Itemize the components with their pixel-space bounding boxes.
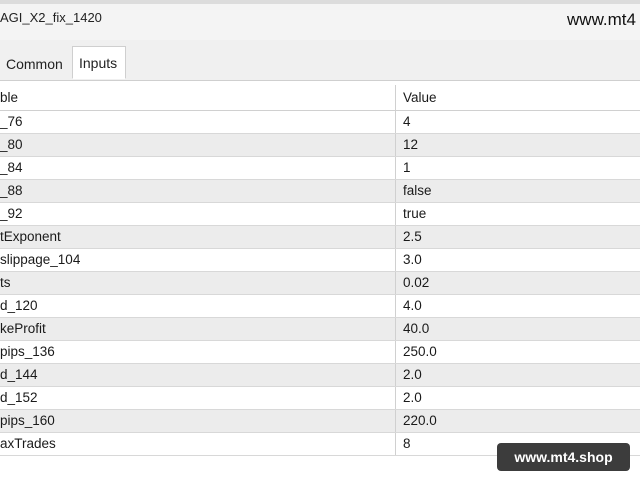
variable-cell: d_120 xyxy=(0,295,396,317)
variable-cell: _92 xyxy=(0,203,396,225)
variable-cell: _80 xyxy=(0,134,396,156)
value-cell[interactable]: 1 xyxy=(403,157,411,179)
value-cell[interactable]: 4 xyxy=(403,111,411,133)
titlebar-top-edge xyxy=(0,0,640,4)
table-row[interactable]: _92 true xyxy=(0,203,640,226)
value-cell[interactable]: 3.0 xyxy=(403,249,422,271)
variable-cell: ts xyxy=(0,272,396,294)
table-row[interactable]: _76 4 xyxy=(0,111,640,134)
value-cell[interactable]: 2.0 xyxy=(403,387,422,409)
value-cell[interactable]: 0.02 xyxy=(403,272,429,294)
value-cell[interactable]: 2.5 xyxy=(403,226,422,248)
variable-cell: _76 xyxy=(0,111,396,133)
value-cell[interactable]: 4.0 xyxy=(403,295,422,317)
table-row[interactable]: ts 0.02 xyxy=(0,272,640,295)
variable-cell: _88 xyxy=(0,180,396,202)
table-row[interactable]: pips_160 220.0 xyxy=(0,410,640,433)
column-header-value[interactable]: Value xyxy=(403,85,437,110)
variable-cell: axTrades xyxy=(0,433,396,455)
table-row[interactable]: keProfit 40.0 xyxy=(0,318,640,341)
value-cell[interactable]: 12 xyxy=(403,134,418,156)
variable-cell: slippage_104 xyxy=(0,249,396,271)
window-titlebar: AGI_X2_fix_1420 www.mt4 xyxy=(0,0,640,40)
variable-cell: tExponent xyxy=(0,226,396,248)
tab-bar: Common Inputs xyxy=(0,40,640,81)
table-header: ble Value xyxy=(0,85,640,111)
window-title: AGI_X2_fix_1420 xyxy=(0,10,102,25)
variable-cell: pips_136 xyxy=(0,341,396,363)
variable-cell: pips_160 xyxy=(0,410,396,432)
tab-inputs[interactable]: Inputs xyxy=(72,46,126,79)
column-header-variable[interactable]: ble xyxy=(0,85,396,110)
variable-cell: d_144 xyxy=(0,364,396,386)
table-row[interactable]: d_144 2.0 xyxy=(0,364,640,387)
tab-common[interactable]: Common xyxy=(0,48,70,80)
watermark-badge: www.mt4.shop xyxy=(497,443,630,471)
inputs-table: ble Value _76 4 _80 12 _84 1 _88 false _92 true tE… xyxy=(0,85,640,456)
value-cell[interactable]: 8 xyxy=(403,433,411,455)
table-row[interactable]: d_152 2.0 xyxy=(0,387,640,410)
table-row[interactable]: _84 1 xyxy=(0,157,640,180)
table-row[interactable]: tExponent 2.5 xyxy=(0,226,640,249)
variable-cell: keProfit xyxy=(0,318,396,340)
variable-cell: _84 xyxy=(0,157,396,179)
table-row[interactable]: _88 false xyxy=(0,180,640,203)
value-cell[interactable]: 2.0 xyxy=(403,364,422,386)
watermark-text: www.mt4 xyxy=(567,10,636,29)
table-row[interactable]: d_120 4.0 xyxy=(0,295,640,318)
variable-cell: d_152 xyxy=(0,387,396,409)
table-row[interactable]: pips_136 250.0 xyxy=(0,341,640,364)
value-cell[interactable]: 220.0 xyxy=(403,410,437,432)
value-cell[interactable]: false xyxy=(403,180,432,202)
value-cell[interactable]: 40.0 xyxy=(403,318,429,340)
value-cell[interactable]: 250.0 xyxy=(403,341,437,363)
table-row[interactable]: _80 12 xyxy=(0,134,640,157)
value-cell[interactable]: true xyxy=(403,203,426,225)
table-row[interactable]: slippage_104 3.0 xyxy=(0,249,640,272)
